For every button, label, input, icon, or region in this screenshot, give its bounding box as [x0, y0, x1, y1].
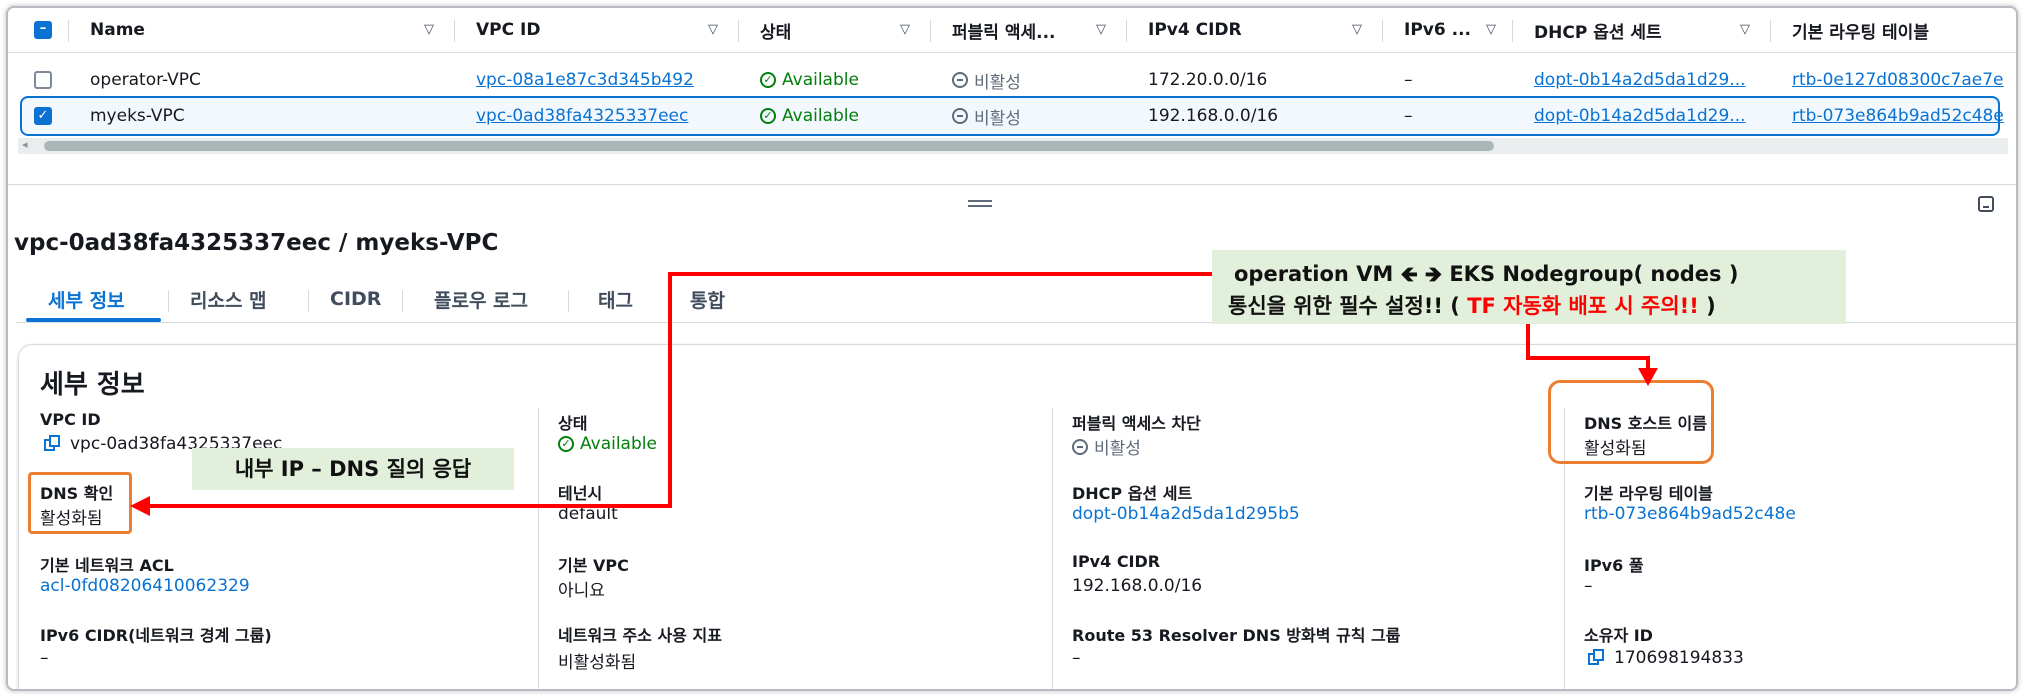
annotation-line: [1526, 324, 1530, 360]
route-table-link[interactable]: rtb-073e864b9ad52c48e: [1792, 98, 2004, 134]
sort-icon[interactable]: ▽: [1740, 22, 1750, 37]
sort-icon[interactable]: ▽: [1352, 22, 1362, 37]
horizontal-scrollbar[interactable]: ◂: [18, 138, 2008, 154]
ipv4-value: 192.168.0.0/16: [1072, 576, 1203, 596]
ipv4-cidr: 172.20.0.0/16: [1148, 70, 1268, 90]
note-line-2: 통신을 위한 필수 설정!! ( TF 자동화 배포 시 주의!! ): [1228, 294, 1716, 318]
ipv6: –: [1404, 106, 1413, 126]
arrow-down-icon: [1638, 368, 1658, 386]
annotation-line: [668, 272, 672, 508]
minus-circle-icon: [952, 72, 968, 88]
col-ipv4-cidr[interactable]: IPv4 CIDR: [1148, 8, 1242, 52]
split-divider: [8, 184, 2016, 185]
state-value: Available: [580, 434, 657, 454]
check-circle-icon: ✓: [760, 72, 776, 88]
highlight-box-dns-resolution: [28, 472, 132, 534]
vpc-table-header: – Name ▽ VPC ID ▽ 상태 ▽ 퍼블릭 액세... ▽ IPv4 …: [8, 8, 2016, 53]
field-label: Route 53 Resolver DNS 방화벽 규칙 그룹: [1072, 626, 1401, 645]
annotation-note-dns: 내부 IP – DNS 질의 응답: [192, 448, 514, 490]
check-circle-icon: ✓: [558, 436, 574, 452]
col-main-route-table[interactable]: 기본 라우팅 테이블: [1792, 8, 1929, 52]
field-label: IPv6 풀: [1584, 556, 1644, 575]
tab-integrations[interactable]: 통합: [690, 278, 725, 320]
ipv4-cidr: 192.168.0.0/16: [1148, 106, 1279, 126]
col-status[interactable]: 상태: [760, 8, 791, 52]
annotation-line: [148, 504, 672, 508]
status-text: Available: [782, 106, 859, 126]
row-checkbox[interactable]: [34, 71, 52, 89]
arrow-left-icon: [130, 496, 150, 516]
vpc-id-link[interactable]: vpc-08a1e87c3d345b492: [476, 60, 694, 100]
public-access-text: 비활성: [974, 72, 1021, 93]
field-label: 테넌시: [558, 484, 603, 503]
field-label: 네트워크 주소 사용 지표: [558, 626, 722, 645]
field-label: IPv6 CIDR(네트워크 경계 그룹): [40, 626, 272, 645]
scroll-left-icon[interactable]: ◂: [22, 138, 28, 151]
tab-tags[interactable]: 태그: [598, 278, 633, 320]
tab-flow-logs[interactable]: 플로우 로그: [434, 278, 528, 320]
minus-circle-icon: [1072, 438, 1088, 455]
highlight-box-dns-hostnames: [1548, 380, 1714, 464]
annotation-line: [1526, 356, 1650, 360]
field-label: DHCP 옵션 세트: [1072, 484, 1193, 503]
owner-id-value: 170698194833: [1614, 648, 1744, 668]
field-label: IPv4 CIDR: [1072, 552, 1161, 571]
copy-icon[interactable]: [44, 435, 62, 453]
col-vpc-id[interactable]: VPC ID: [476, 8, 540, 52]
vpc-name: myeks-VPC: [90, 106, 185, 126]
select-all-checkbox[interactable]: –: [34, 8, 52, 52]
sort-icon[interactable]: ▽: [900, 22, 910, 37]
dhcp-link[interactable]: dopt-0b14a2d5da1d295b5: [1072, 504, 1300, 524]
window-frame: – Name ▽ VPC ID ▽ 상태 ▽ 퍼블릭 액세... ▽ IPv4 …: [6, 6, 2018, 691]
check-circle-icon: ✓: [760, 108, 776, 124]
field-label: 기본 VPC: [558, 556, 629, 575]
row-checkbox-checked[interactable]: ✓: [34, 107, 52, 125]
table-row-selected[interactable]: ✓ myeks-VPC vpc-0ad38fa4325337eec ✓ Avail…: [20, 96, 2004, 136]
col-dhcp[interactable]: DHCP 옵션 세트: [1534, 8, 1662, 52]
ipv6-pool-value: –: [1584, 576, 1593, 596]
addr-metrics-value: 비활성화됨: [558, 653, 637, 673]
scrollbar-thumb[interactable]: [44, 141, 1494, 151]
vpc-name: operator-VPC: [90, 70, 201, 90]
dhcp-link[interactable]: dopt-0b14a2d5da1d29...: [1534, 98, 1746, 134]
field-label: 퍼블릭 액세스 차단: [1072, 414, 1201, 433]
tab-details[interactable]: 세부 정보: [48, 278, 125, 320]
sort-icon[interactable]: ▽: [1096, 22, 1106, 37]
annotation-note-sg: operation VM 🡸 🡺 EKS Nodegroup( nodes ) …: [1212, 250, 1846, 324]
status-text: Available: [782, 70, 859, 90]
sort-icon[interactable]: ▽: [424, 22, 434, 37]
route-table-link[interactable]: rtb-0e127d08300c7ae7e: [1792, 60, 2004, 100]
sort-icon[interactable]: ▽: [708, 22, 718, 37]
col-ipv6[interactable]: IPv6 ...: [1404, 8, 1471, 52]
sort-icon[interactable]: ▽: [1486, 22, 1496, 37]
acl-link[interactable]: acl-0fd08206410062329: [40, 576, 250, 596]
table-row[interactable]: operator-VPC vpc-08a1e87c3d345b492 ✓ Avai…: [8, 60, 2016, 100]
ipv6: –: [1404, 70, 1413, 90]
minimize-panel-icon[interactable]: [1978, 196, 1994, 212]
page-title: vpc-0ad38fa4325337eec / myeks-VPC: [14, 230, 499, 256]
drag-handle-icon[interactable]: [968, 200, 992, 210]
field-label: VPC ID: [40, 410, 101, 429]
section-title: 세부 정보: [40, 370, 145, 400]
tab-cidr[interactable]: CIDR: [330, 278, 381, 320]
vpc-id-link[interactable]: vpc-0ad38fa4325337eec: [476, 98, 688, 134]
r53-value: –: [1072, 648, 1081, 668]
tab-resource-map[interactable]: 리소스 맵: [190, 278, 267, 320]
ipv6-cidr-value: –: [40, 648, 49, 668]
route-table-link[interactable]: rtb-073e864b9ad52c48e: [1584, 504, 1796, 524]
field-label: 기본 라우팅 테이블: [1584, 484, 1713, 503]
public-access-text: 비활성: [974, 108, 1021, 129]
block-public-value: 비활성: [1094, 439, 1141, 459]
col-name[interactable]: Name: [90, 8, 145, 52]
minus-circle-icon: [952, 108, 968, 124]
annotation-line: [668, 272, 1212, 276]
copy-icon[interactable]: [1588, 649, 1606, 667]
default-vpc-value: 아니요: [558, 581, 605, 601]
field-label: 소유자 ID: [1584, 626, 1653, 645]
field-label: 기본 네트워크 ACL: [40, 556, 174, 575]
field-label: 상태: [558, 414, 588, 433]
dhcp-link[interactable]: dopt-0b14a2d5da1d29...: [1534, 60, 1746, 100]
col-public-access[interactable]: 퍼블릭 액세...: [952, 8, 1056, 52]
